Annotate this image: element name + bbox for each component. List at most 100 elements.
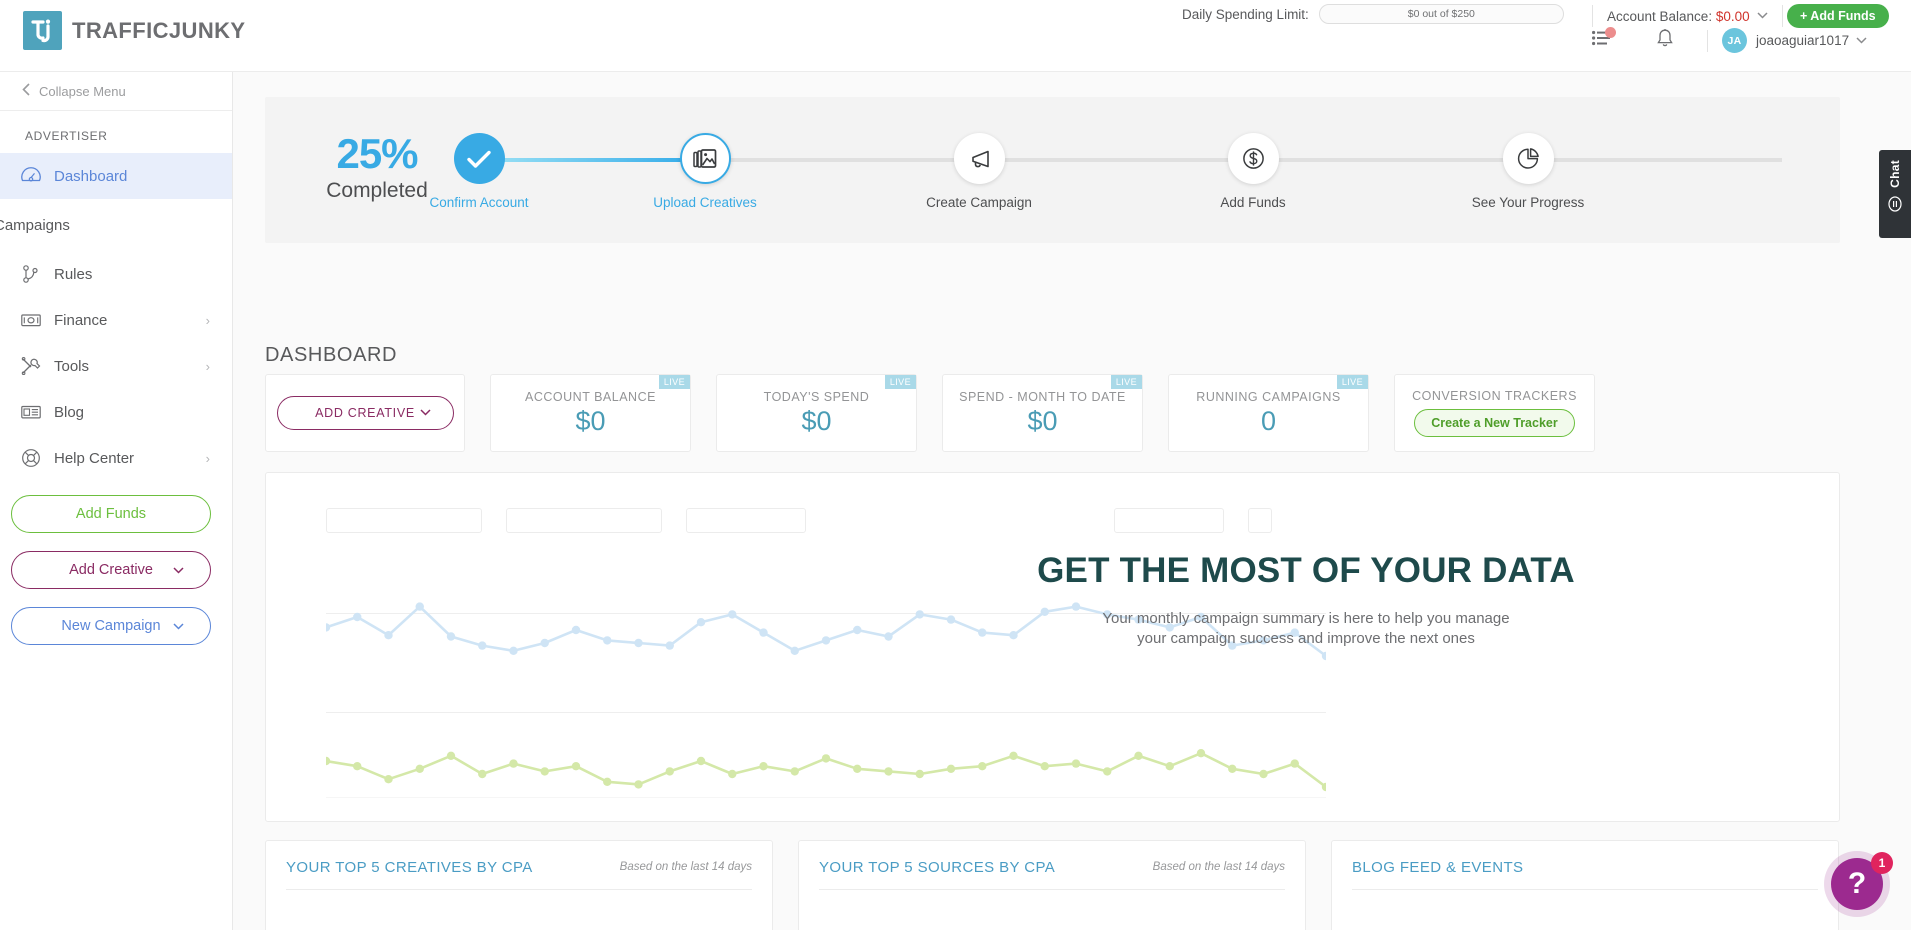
sidebar-item-campaigns-label: Campaigns <box>0 216 70 234</box>
add-funds-button[interactable]: + Add Funds <box>1787 4 1889 28</box>
live-badge: LIVE <box>658 375 690 390</box>
sidebar-section-advertiser: ADVERTISER <box>25 129 108 143</box>
tasks-list-icon[interactable] <box>1592 27 1616 51</box>
sidebar-add-creative-button[interactable]: Add Creative <box>11 551 211 589</box>
onboarding-step-create-campaign-label: Create Campaign <box>926 195 1032 210</box>
collapse-menu-button[interactable]: Collapse Menu <box>0 72 232 111</box>
panel-top-sources-subtitle: Based on the last 14 days <box>1152 861 1285 873</box>
onboarding-step-add-funds-label: Add Funds <box>1220 195 1286 210</box>
sidebar-add-funds-button[interactable]: Add Funds <box>11 495 211 533</box>
chevron-right-icon-tools: › <box>205 358 210 374</box>
check-icon <box>453 133 505 184</box>
stat-cards-row: ADD CREATIVE LIVE ACCOUNT BALANCE $0 LIV… <box>265 374 1595 452</box>
images-icon <box>679 133 731 184</box>
promo-paragraph: Your monthly campaign summary is here to… <box>966 609 1646 650</box>
header-divider-2 <box>1781 5 1783 27</box>
onboarding-step-confirm-account[interactable]: Confirm Account <box>389 133 569 210</box>
add-creative-button[interactable]: ADD CREATIVE <box>276 396 454 430</box>
main-content: 25% Completed Confirm Account Upload Cre… <box>233 72 1911 930</box>
data-promo-panel: GET THE MOST OF YOUR DATA Your monthly c… <box>265 472 1840 822</box>
bottom-panels-row: YOUR TOP 5 CREATIVES BY CPA Based on the… <box>265 840 1839 930</box>
account-balance-value: $0.00 <box>1715 8 1750 24</box>
stat-card-account-balance-title: ACCOUNT BALANCE <box>525 389 656 404</box>
chevron-down-icon[interactable] <box>1757 10 1768 22</box>
promo-filter-row <box>326 508 1272 533</box>
help-fab-glyph: ? <box>1847 867 1867 900</box>
banknote-icon <box>20 309 46 331</box>
help-fab-badge: 1 <box>1871 852 1893 874</box>
live-badge-2: LIVE <box>884 375 916 390</box>
header-divider <box>1592 5 1593 27</box>
sidebar-item-tools[interactable]: Tools › <box>0 343 232 389</box>
onboarding-step-create-campaign[interactable]: Create Campaign <box>889 133 1069 210</box>
chat-tab[interactable]: Chat <box>1879 150 1911 238</box>
filter-box-4[interactable] <box>1114 508 1224 533</box>
collapse-menu-label: Collapse Menu <box>39 83 126 99</box>
bell-icon[interactable] <box>1656 28 1674 53</box>
panel-divider-3 <box>1352 889 1818 890</box>
filter-box-1[interactable] <box>326 508 482 533</box>
account-balance-text: Account Balance: <box>1607 8 1713 24</box>
newspaper-icon <box>20 401 46 423</box>
promo-paragraph-line1: Your monthly campaign summary is here to… <box>1102 610 1510 627</box>
panel-blog-feed: BLOG FEED & EVENTS <box>1331 840 1839 930</box>
promo-heading: GET THE MOST OF YOUR DATA <box>1037 551 1575 590</box>
stat-card-spend-mtd: LIVE SPEND - MONTH TO DATE $0 <box>942 374 1143 452</box>
sidebar-new-campaign-button[interactable]: New Campaign <box>11 607 211 645</box>
stat-card-running-campaigns-title: RUNNING CAMPAIGNS <box>1196 389 1341 404</box>
sidebar-item-blog[interactable]: Blog <box>0 389 232 435</box>
filter-box-2[interactable] <box>506 508 662 533</box>
account-balance[interactable]: Account Balance: $0.00 <box>1578 5 1797 27</box>
sidebar-item-tools-label: Tools <box>54 357 90 375</box>
header-icon-group <box>1592 27 1674 53</box>
onboarding-step-upload-creatives-label: Upload Creatives <box>653 195 757 210</box>
speedometer-icon <box>20 165 46 187</box>
pie-chart-icon <box>1502 133 1554 184</box>
onboarding-banner: 25% Completed Confirm Account Upload Cre… <box>265 97 1840 243</box>
panel-divider-2 <box>819 889 1285 890</box>
filter-box-5[interactable] <box>1248 508 1272 533</box>
daily-spending-limit: Daily Spending Limit: $0 out of $250 <box>1182 4 1564 24</box>
daily-spending-limit-label: Daily Spending Limit: <box>1182 6 1309 22</box>
onboarding-step-upload-creatives[interactable]: Upload Creatives <box>615 133 795 210</box>
lifebuoy-icon <box>20 447 46 469</box>
stat-card-spend-mtd-value: $0 <box>1027 405 1058 436</box>
panel-divider-1 <box>286 889 752 890</box>
stat-card-todays-spend-title: TODAY'S SPEND <box>763 389 870 404</box>
create-new-tracker-button[interactable]: Create a New Tracker <box>1414 409 1575 437</box>
page-title: DASHBOARD <box>265 344 398 366</box>
sidebar-item-help-center-label: Help Center <box>54 449 135 467</box>
sidebar-add-creative-label: Add Creative <box>69 562 153 578</box>
sidebar-item-finance[interactable]: Finance › <box>0 297 232 343</box>
live-badge-3: LIVE <box>1110 375 1142 390</box>
branch-icon <box>20 263 46 285</box>
sidebar-item-campaigns[interactable]: Campaigns <box>0 199 232 251</box>
stat-card-todays-spend: LIVE TODAY'S SPEND $0 <box>716 374 917 452</box>
onboarding-step-add-funds[interactable]: Add Funds <box>1163 133 1343 210</box>
live-badge-4: LIVE <box>1336 375 1368 390</box>
user-chevron-down-icon[interactable] <box>1856 35 1867 47</box>
promo-text-block: GET THE MOST OF YOUR DATA Your monthly c… <box>966 551 1646 650</box>
sidebar-item-blog-label: Blog <box>54 403 85 421</box>
sidebar-add-funds-label: Add Funds <box>75 506 147 522</box>
onboarding-step-see-progress[interactable]: See Your Progress <box>1438 133 1618 210</box>
sidebar-item-rules[interactable]: Rules <box>0 251 232 297</box>
chevron-down-icon-new-campaign <box>173 619 184 633</box>
onboarding-step-see-progress-label: See Your Progress <box>1471 195 1585 210</box>
chat-tab-label: Chat <box>1888 160 1902 188</box>
chevron-right-icon: › <box>205 312 210 328</box>
stat-card-spend-mtd-title: SPEND - MONTH TO DATE <box>959 389 1126 404</box>
account-balance-label: Account Balance: $0.00 <box>1607 9 1750 24</box>
user-menu[interactable]: JA joaoaguiar1017 <box>1707 28 1867 53</box>
sidebar-item-dashboard[interactable]: Dashboard <box>0 153 232 199</box>
chevron-left-icon <box>22 83 30 99</box>
sidebar-new-campaign-label: New Campaign <box>61 618 161 634</box>
stat-card-running-campaigns-value: 0 <box>1260 405 1277 436</box>
daily-spending-limit-bar[interactable]: $0 out of $250 <box>1318 4 1564 24</box>
filter-box-3[interactable] <box>686 508 806 533</box>
sidebar-item-help-center[interactable]: Help Center › <box>0 435 232 481</box>
brand-logo[interactable]: TRAFFICJUNKY <box>23 11 245 50</box>
sidebar-item-dashboard-label: Dashboard <box>54 167 128 185</box>
add-creative-card: ADD CREATIVE <box>265 374 465 452</box>
megaphone-icon <box>953 133 1005 184</box>
